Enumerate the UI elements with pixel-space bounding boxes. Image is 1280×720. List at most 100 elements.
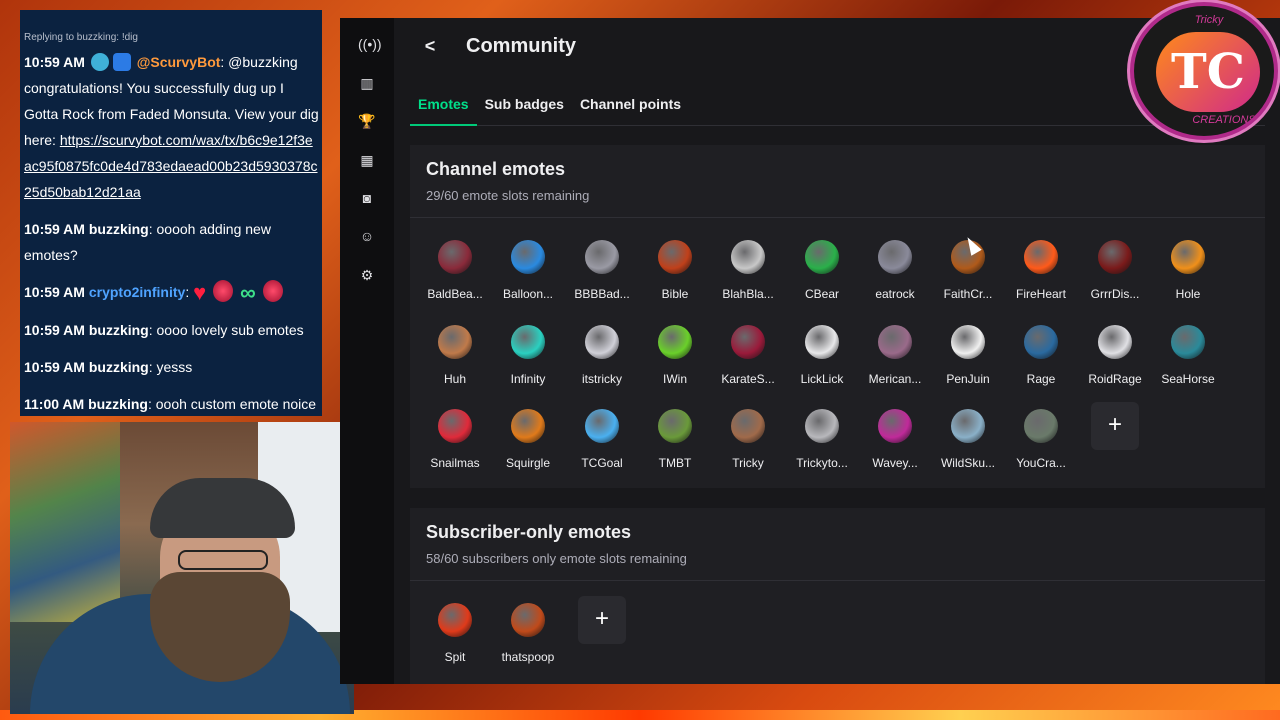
emote-tile[interactable]: LickLick	[785, 318, 859, 398]
emote-tile[interactable]: Merican...	[858, 318, 932, 398]
emote-tile[interactable]: Huh	[418, 318, 492, 398]
emote-label: Infinity	[510, 371, 546, 386]
emote-tile[interactable]: FireHeart	[1004, 233, 1078, 313]
emote-tile[interactable]: BBBBad...	[565, 233, 639, 313]
emote-tile[interactable]: Wavey...	[858, 402, 932, 482]
emote-image	[651, 233, 699, 281]
broadcast-icon[interactable]: ((•))	[358, 35, 382, 53]
subscriber-emotes-header: Subscriber-only emotes 58/60 subscribers…	[410, 508, 1265, 581]
emote-tile[interactable]: Infinity	[491, 318, 565, 398]
emote-tile[interactable]: PenJuin	[931, 318, 1005, 398]
chat-message: 11:00 AM buzzking: oooh custom emote noi…	[24, 391, 320, 416]
cake-icon[interactable]: ▦	[358, 151, 376, 169]
back-button[interactable]: <	[410, 36, 450, 57]
emote-tile[interactable]: Trickyto...	[785, 402, 859, 482]
page-header: < Community	[410, 26, 576, 66]
emote-tile[interactable]: itstricky	[565, 318, 639, 398]
emote-tile[interactable]: IWin	[638, 318, 712, 398]
add-emote-plus-icon[interactable]: +	[578, 596, 626, 644]
emote-label: Wavey...	[872, 456, 918, 470]
emote-label: BlahBla...	[722, 287, 774, 301]
subscriber-emotes-slots: 58/60 subscribers only emote slots remai…	[426, 551, 687, 566]
infinity-emote-icon: ∞	[239, 280, 256, 305]
emote-label: Spit	[444, 650, 466, 664]
add-emote-button[interactable]: +	[565, 596, 639, 676]
emote-image	[798, 402, 846, 450]
camera-icon[interactable]: ◙	[358, 189, 376, 207]
emote-tile[interactable]: TCGoal	[565, 402, 639, 482]
tab-sub-badges[interactable]: Sub badges	[477, 88, 572, 126]
emote-label: RoidRage	[1088, 371, 1142, 386]
chat-username[interactable]: buzzking	[89, 359, 149, 375]
emote-label: Rage	[1026, 371, 1056, 386]
flower-emote-icon	[262, 280, 283, 302]
chat-username[interactable]: buzzking	[89, 221, 149, 237]
emote-tile[interactable]: GrrrDis...	[1078, 233, 1152, 313]
emote-tile[interactable]: Spit	[418, 596, 492, 676]
chat-message: 10:59 AM buzzking: oooo lovely sub emote…	[24, 317, 320, 343]
chat-link[interactable]: https://scurvybot.com/wax/tx/b6c9e12f3ea…	[24, 132, 318, 200]
emote-tile[interactable]: YouCra...	[1004, 402, 1078, 482]
chat-text: : oooh custom emote noice	[147, 396, 317, 412]
emote-label: SeaHorse	[1161, 371, 1215, 386]
chat-timestamp: 10:59 AM	[24, 284, 85, 300]
bot-badge-icon	[90, 53, 109, 71]
emote-label: Snailmas	[430, 456, 480, 470]
emote-tile[interactable]: TMBT	[638, 402, 712, 482]
emote-tile[interactable]: KarateS...	[711, 318, 785, 398]
emote-label: eatrock	[875, 287, 915, 301]
webcam-wall-art	[10, 422, 120, 622]
emote-image	[871, 402, 919, 450]
settings-icon[interactable]: ⚙	[358, 266, 376, 284]
webcam-feed	[10, 422, 354, 714]
chat-username[interactable]: crypto2infinity	[89, 284, 185, 300]
chat-username[interactable]: @ScurvyBot	[137, 54, 221, 70]
logo-top-text: Tricky	[1194, 14, 1224, 26]
emote-tile[interactable]: Tricky	[711, 402, 785, 482]
tab-emotes[interactable]: Emotes	[410, 88, 477, 126]
emote-image	[1164, 233, 1212, 281]
emote-tile[interactable]: thatspoop	[491, 596, 565, 676]
emote-label: Squirgle	[505, 456, 551, 470]
channel-emotes-slots: 29/60 emote slots remaining	[426, 188, 590, 203]
emote-tile[interactable]: CBear	[785, 233, 859, 313]
emote-tile[interactable]: WildSku...	[931, 402, 1005, 482]
moderator-badge-icon	[112, 53, 131, 71]
add-emote-button[interactable]: +	[1078, 402, 1152, 482]
emote-tile[interactable]: BlahBla...	[711, 233, 785, 313]
emote-label: Merican...	[868, 371, 922, 386]
emote-tile[interactable]: Snailmas	[418, 402, 492, 482]
emote-image	[651, 402, 699, 450]
emote-tile[interactable]: eatrock	[858, 233, 932, 313]
emote-image	[1017, 233, 1065, 281]
chat-username[interactable]: buzzking	[88, 396, 148, 412]
chat-message: 10:59 AM buzzking: yesss	[24, 354, 320, 380]
emote-tile[interactable]: Squirgle	[491, 402, 565, 482]
chat-username[interactable]: buzzking	[89, 322, 149, 338]
add-emote-plus-icon[interactable]: +	[1091, 402, 1139, 450]
emote-label: TCGoal	[581, 456, 623, 470]
emote-tile[interactable]: SeaHorse	[1151, 318, 1225, 398]
emote-label: WildSku...	[940, 456, 995, 470]
chat-text: :	[185, 284, 190, 300]
emote-label: Tricky	[732, 456, 764, 470]
emote-label: GrrrDis...	[1090, 287, 1140, 301]
subscriber-emotes-title: Subscriber-only emotes	[426, 522, 632, 542]
emote-tile[interactable]: BaldBea...	[418, 233, 492, 313]
trophy-icon[interactable]: 🏆	[358, 112, 376, 130]
community-icon[interactable]: ☺	[358, 227, 376, 245]
channel-emotes-title: Channel emotes	[426, 159, 566, 179]
side-rail: ((•)) ▥ 🏆 ▦ ◙ ☺ ⚙	[340, 18, 394, 684]
chat-text: : yesss	[148, 359, 193, 375]
emote-tile[interactable]: Balloon...	[491, 233, 565, 313]
emote-label: Bible	[661, 287, 689, 301]
emote-label: Balloon...	[502, 287, 554, 301]
emote-tile[interactable]: Rage	[1004, 318, 1078, 398]
emote-tile[interactable]: Hole	[1151, 233, 1225, 313]
emote-image	[798, 318, 846, 366]
emote-tile[interactable]: Bible	[638, 233, 712, 313]
stats-icon[interactable]: ▥	[358, 74, 376, 92]
chat-timestamp: 10:59 AM	[24, 221, 85, 237]
emote-tile[interactable]: RoidRage	[1078, 318, 1152, 398]
tab-channel-points[interactable]: Channel points	[572, 88, 689, 126]
